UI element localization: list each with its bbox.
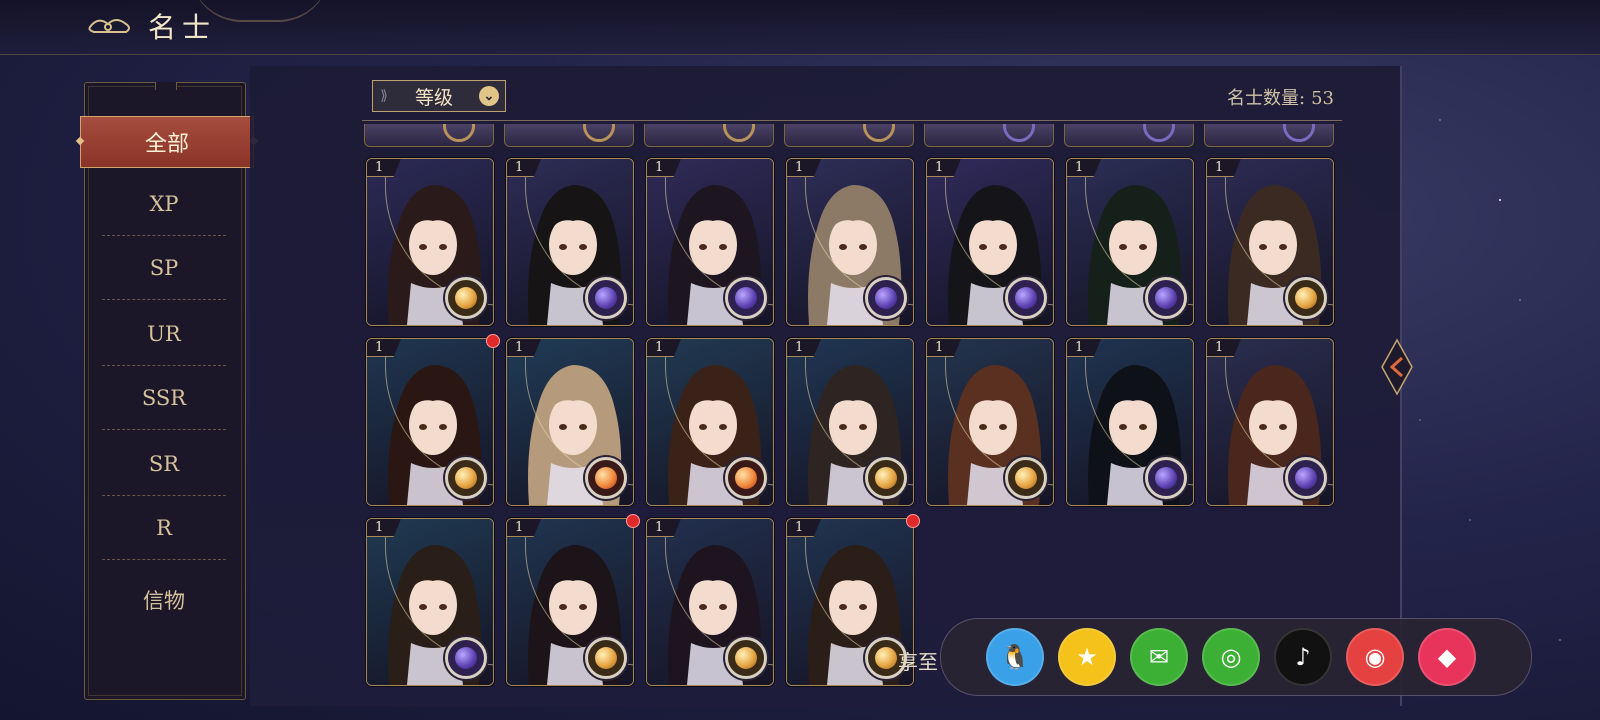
gem-icon[interactable]: ◆ [1418, 628, 1476, 686]
cloud-ornament-icon [88, 19, 130, 33]
partial-card[interactable] [1064, 124, 1194, 147]
filter-sp-label: SP [149, 256, 179, 280]
weibo-icon[interactable]: ◉ [1346, 628, 1404, 686]
character-card[interactable]: 1 [646, 338, 774, 506]
filter-all-tab[interactable]: 全部 [80, 116, 254, 168]
character-card[interactable]: 1 [1066, 158, 1194, 326]
partial-card[interactable] [784, 124, 914, 147]
character-card[interactable]: 1 [366, 338, 494, 506]
sort-label: 等级 [414, 86, 453, 109]
count-value: 53 [1311, 88, 1334, 109]
rarity-orb-icon [445, 637, 487, 679]
rarity-orb-icon [445, 457, 487, 499]
rarity-orb-icon [1285, 457, 1327, 499]
filter-xp-tab[interactable]: XP [102, 172, 226, 236]
chevron-down-icon: ⌄ [479, 86, 499, 106]
character-count: 名士数量: 53 [1227, 84, 1334, 110]
character-card[interactable]: 1 [786, 518, 914, 686]
rarity-orb-icon [725, 277, 767, 319]
character-card[interactable]: 1 [646, 518, 774, 686]
wechat-icon[interactable]: ✉ [1130, 628, 1188, 686]
partial-card[interactable] [644, 124, 774, 147]
collapse-panel-button[interactable] [1380, 338, 1414, 396]
character-card[interactable]: 1 [926, 158, 1054, 326]
filter-sp-tab[interactable]: SP [102, 236, 226, 300]
sidebar-notch [155, 82, 177, 90]
filter-ur-tab[interactable]: UR [102, 302, 226, 366]
character-card[interactable]: 1 [506, 338, 634, 506]
character-card[interactable]: 1 [926, 338, 1054, 506]
rarity-orb-icon [585, 637, 627, 679]
character-card[interactable]: 1 [506, 518, 634, 686]
count-label: 名士数量: [1227, 88, 1306, 109]
rarity-orb-icon [445, 277, 487, 319]
divider [362, 120, 1342, 121]
page-title: 名士 [148, 11, 217, 44]
filter-sr-tab[interactable]: SR [102, 432, 226, 496]
rarity-orb-icon [1285, 277, 1327, 319]
rarity-orb-icon [725, 457, 767, 499]
character-card[interactable]: 1 [1206, 338, 1334, 506]
qq-icon[interactable]: 🐧 [986, 628, 1044, 686]
qzone-icon[interactable]: ★ [1058, 628, 1116, 686]
filter-token-tab[interactable]: 信物 [102, 568, 226, 632]
filter-r-tab[interactable]: R [102, 496, 226, 560]
character-card[interactable]: 1 [786, 158, 914, 326]
filter-sr-label: SR [148, 452, 180, 476]
rarity-orb-icon [1005, 457, 1047, 499]
rarity-orb-icon [725, 637, 767, 679]
new-indicator-dot [626, 514, 640, 528]
rarity-orb-icon [1145, 457, 1187, 499]
share-label: 享至 [898, 650, 938, 674]
filter-token-label: 信物 [143, 589, 185, 613]
filter-all-label: 全部 [144, 132, 189, 157]
filter-ssr-tab[interactable]: SSR [102, 366, 226, 430]
rarity-orb-icon [865, 457, 907, 499]
partial-card[interactable] [504, 124, 634, 147]
character-card[interactable]: 1 [646, 158, 774, 326]
rarity-orb-icon [1005, 277, 1047, 319]
character-card[interactable]: 1 [1206, 158, 1334, 326]
character-card[interactable]: 1 [366, 518, 494, 686]
arrow-left-icon [1381, 338, 1413, 396]
header-bar: 名士 [0, 0, 1600, 55]
douyin-icon[interactable]: ♪ [1274, 628, 1332, 686]
character-card[interactable]: 1 [786, 338, 914, 506]
partial-card[interactable] [364, 124, 494, 147]
rarity-orb-icon [865, 277, 907, 319]
filter-ur-label: UR [147, 322, 181, 346]
new-indicator-dot [486, 334, 500, 348]
character-card[interactable]: 1 [1066, 338, 1194, 506]
sort-dropdown[interactable]: ⟫ 等级 ⌄ [372, 80, 506, 112]
rarity-orb-icon [585, 457, 627, 499]
moments-icon[interactable]: ◎ [1202, 628, 1260, 686]
partial-card[interactable] [924, 124, 1054, 147]
filter-r-label: R [156, 516, 172, 540]
character-card[interactable]: 1 [506, 158, 634, 326]
character-card[interactable]: 1 [366, 158, 494, 326]
filter-ssr-label: SSR [141, 386, 187, 410]
rarity-orb-icon [585, 277, 627, 319]
sort-deco-icon: ⟫ [380, 88, 388, 104]
partial-card[interactable] [1204, 124, 1334, 147]
rarity-orb-icon [1145, 277, 1187, 319]
new-indicator-dot [906, 514, 920, 528]
filter-xp-label: XP [149, 192, 179, 216]
